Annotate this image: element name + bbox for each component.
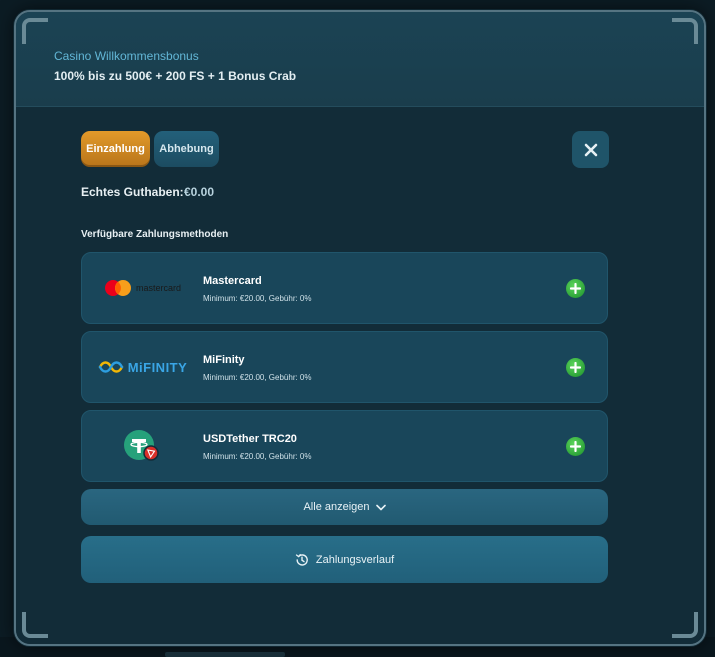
- corner-ornament: [22, 18, 48, 44]
- add-method-button[interactable]: [566, 279, 585, 298]
- balance-label: Echtes Guthaben:: [81, 185, 184, 199]
- close-icon: [584, 143, 597, 156]
- tab-deposit[interactable]: Einzahlung: [81, 131, 150, 167]
- show-all-button[interactable]: Alle anzeigen: [81, 489, 608, 525]
- add-method-button[interactable]: [566, 437, 585, 456]
- method-name: Mastercard: [203, 275, 262, 287]
- mifinity-logo: MiFINITY: [92, 332, 192, 402]
- corner-ornament: [672, 18, 698, 44]
- chevron-down-icon: [375, 504, 386, 510]
- payment-method-usdtether-trc20[interactable]: USDTether TRC20 Minimum: €20.00, Gebühr:…: [81, 410, 608, 482]
- plus-icon: [570, 441, 581, 452]
- background-content: [165, 652, 285, 657]
- method-name: USDTether TRC20: [203, 433, 297, 445]
- method-meta: Minimum: €20.00, Gebühr: 0%: [203, 452, 312, 461]
- bonus-text: 100% bis zu 500€ + 200 FS + 1 Bonus Crab: [54, 69, 297, 83]
- bonus-label: Casino Willkommensbonus: [54, 49, 199, 63]
- tab-withdraw[interactable]: Abhebung: [154, 131, 219, 167]
- close-button[interactable]: [572, 131, 609, 168]
- payment-method-mastercard[interactable]: mastercard Mastercard Minimum: €20.00, G…: [81, 252, 608, 324]
- tether-logo: [92, 411, 192, 481]
- payment-history-button[interactable]: Zahlungsverlauf: [81, 536, 608, 583]
- payment-history-label: Zahlungsverlauf: [315, 553, 395, 566]
- corner-ornament: [672, 612, 698, 638]
- plus-icon: [570, 362, 581, 373]
- method-meta: Minimum: €20.00, Gebühr: 0%: [203, 373, 312, 382]
- mastercard-logo: mastercard: [92, 253, 192, 323]
- method-name: MiFinity: [203, 354, 245, 366]
- method-meta: Minimum: €20.00, Gebühr: 0%: [203, 294, 312, 303]
- history-icon: [295, 553, 308, 566]
- corner-ornament: [22, 612, 48, 638]
- mifinity-wordmark: MiFINITY: [127, 359, 188, 375]
- show-all-label: Alle anzeigen: [303, 501, 370, 513]
- plus-icon: [570, 283, 581, 294]
- methods-title: Verfügbare Zahlungsmethoden: [81, 229, 229, 240]
- add-method-button[interactable]: [566, 358, 585, 377]
- payment-method-mifinity[interactable]: MiFINITY MiFinity Minimum: €20.00, Gebüh…: [81, 331, 608, 403]
- mastercard-wordmark: mastercard: [135, 283, 181, 293]
- balance-value: €0.00: [184, 185, 215, 199]
- bonus-header: Casino Willkommensbonus 100% bis zu 500€…: [16, 12, 704, 107]
